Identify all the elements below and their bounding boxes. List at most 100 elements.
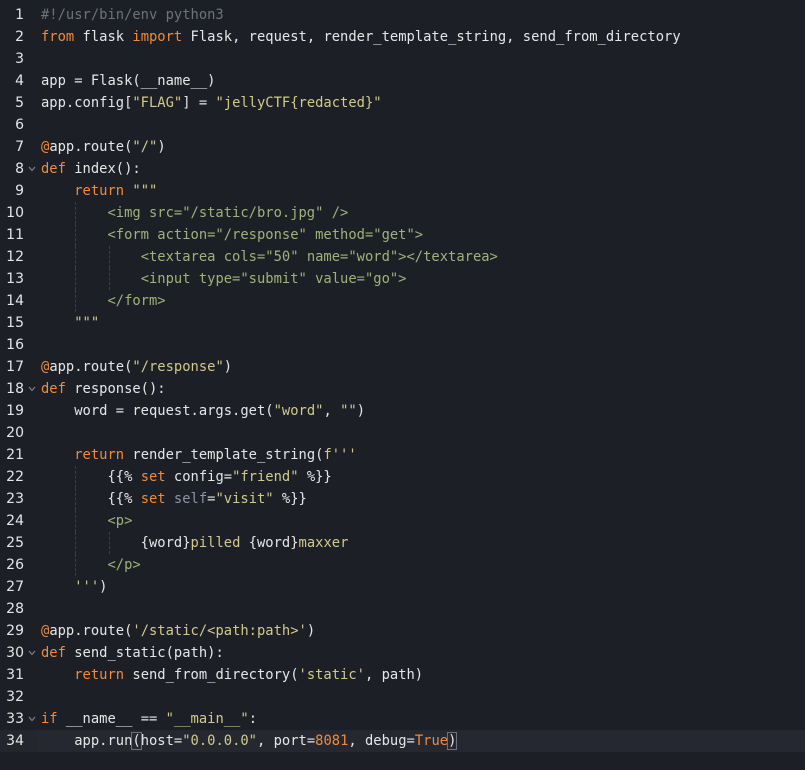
code-token: set <box>140 491 166 507</box>
code-token: """ <box>74 315 100 331</box>
code-line[interactable]: 5 app.config["FLAG"] = "jellyCTF{redacted… <box>0 92 805 114</box>
line-number: 12 <box>6 249 24 265</box>
code-line[interactable]: 11 <form action="/response" method="get"… <box>0 224 805 246</box>
line-number: 13 <box>6 271 24 287</box>
code-line[interactable]: 24 <p> <box>0 510 805 532</box>
code-line[interactable]: 7 @app.route("/") <box>0 136 805 158</box>
code-text: <textarea cols="50" name="word"></textar… <box>41 246 498 268</box>
code-editor[interactable]: 1 #!/usr/bin/env python3 2 from flask impor… <box>0 0 805 770</box>
code-text: ''') <box>41 576 107 598</box>
code-text: <form action="/response" method="get"> <box>41 224 423 246</box>
code-token: """ <box>132 183 158 199</box>
code-token: index(): <box>65 161 141 177</box>
code-line[interactable]: 9 return """ <box>0 180 805 202</box>
code-line[interactable]: 27 ''') <box>0 576 805 598</box>
line-number: 20 <box>6 425 24 441</box>
code-text: @app.route("/") <box>41 136 166 158</box>
code-text: app = Flask(__name__) <box>41 70 215 92</box>
code-line[interactable]: 20 <box>0 422 805 444</box>
code-text: """ <box>41 312 99 334</box>
code-line[interactable]: 25 {word}pilled {word}maxxer <box>0 532 805 554</box>
line-number: 10 <box>6 205 24 221</box>
code-line[interactable]: 18 def response(): <box>0 378 805 400</box>
code-line[interactable]: 2 from flask import Flask, request, rende… <box>0 26 805 48</box>
code-token: ) <box>356 403 365 419</box>
code-token: True <box>414 733 449 749</box>
line-number: 2 <box>15 29 24 45</box>
code-line[interactable]: 29 @app.route('/static/<path:path>') <box>0 620 805 642</box>
code-line[interactable]: 15 """ <box>0 312 805 334</box>
code-token: return <box>74 183 125 199</box>
line-number: 25 <box>6 535 24 551</box>
code-token: from <box>41 29 75 45</box>
code-token: if <box>41 711 58 727</box>
code-line[interactable]: 28 <box>0 598 805 620</box>
code-text: #!/usr/bin/env python3 <box>41 4 224 26</box>
code-line[interactable]: 12 <textarea cols="50" name="word"></tex… <box>0 246 805 268</box>
code-line[interactable]: 33 if __name__ == "__main__": <box>0 708 805 730</box>
code-token: return <box>74 667 125 683</box>
code-text: def response(): <box>41 378 166 400</box>
code-token: 'static' <box>298 667 365 683</box>
code-text: def send_static(path): <box>41 642 224 664</box>
code-token: app = Flask(__name__) <box>41 73 216 89</box>
line-number: 18 <box>6 381 24 397</box>
code-text: if __name__ == "__main__": <box>41 708 257 730</box>
code-line[interactable]: 34 app.run(host="0.0.0.0", port=8081, de… <box>0 730 805 752</box>
code-token: f''' <box>323 447 357 463</box>
code-line[interactable]: 1 #!/usr/bin/env python3 <box>0 4 805 26</box>
code-token: <form action="/response" method="get"> <box>107 227 424 243</box>
code-line[interactable]: 17 @app.route("/response") <box>0 356 805 378</box>
code-token: ) <box>223 359 233 375</box>
code-token: response(): <box>65 381 166 397</box>
code-line[interactable]: 3 <box>0 48 805 70</box>
code-line[interactable]: 22 {{% set config="friend" %}} <box>0 466 805 488</box>
code-line[interactable]: 32 <box>0 686 805 708</box>
code-line[interactable]: 31 return send_from_directory('static', … <box>0 664 805 686</box>
code-token: , <box>323 403 341 419</box>
line-number: 31 <box>6 667 24 683</box>
code-token: : <box>248 711 257 727</box>
code-token: Flask, request, render_template_string, … <box>182 29 681 45</box>
code-text: {word}pilled {word}maxxer <box>41 532 349 554</box>
code-token: ) <box>99 579 108 595</box>
code-text: <input type="submit" value="go"> <box>41 268 407 290</box>
code-token: ) <box>306 623 316 639</box>
line-number: 11 <box>6 227 24 243</box>
code-token: "/response" <box>132 359 224 375</box>
code-line[interactable]: 26 </p> <box>0 554 805 576</box>
code-line[interactable]: 16 <box>0 334 805 356</box>
code-token: app.route( <box>49 139 133 155</box>
code-line[interactable]: 6 <box>0 114 805 136</box>
code-text: <p> <box>41 510 132 532</box>
code-token: host= <box>140 733 183 749</box>
code-token: pilled <box>190 535 249 551</box>
code-line[interactable]: 4 app = Flask(__name__) <box>0 70 805 92</box>
line-number: 14 <box>6 293 24 309</box>
code-token: "visit" <box>215 491 274 507</box>
code-token: maxxer <box>298 535 349 551</box>
code-line[interactable]: 10 <img src="/static/bro.jpg" /> <box>0 202 805 224</box>
line-number: 9 <box>15 183 24 199</box>
code-token: app.run <box>41 733 133 749</box>
code-line[interactable]: 21 return render_template_string(f''' <box>0 444 805 466</box>
code-line[interactable]: 13 <input type="submit" value="go"> <box>0 268 805 290</box>
code-line[interactable]: 23 {{% set self="visit" %}} <box>0 488 805 510</box>
code-line[interactable]: 30 def send_static(path): <box>0 642 805 664</box>
line-number: 4 <box>15 73 24 89</box>
code-text: @app.route('/static/<path:path>') <box>41 620 315 642</box>
code-text: app.config["FLAG"] = "jellyCTF{redacted}… <box>41 92 382 114</box>
code-text: app.run(host="0.0.0.0", port=8081, debug… <box>41 730 458 752</box>
code-line[interactable]: 8 def index(): <box>0 158 805 180</box>
code-line[interactable]: 14 </form> <box>0 290 805 312</box>
code-token: </p> <box>107 557 141 573</box>
code-line[interactable]: 19 word = request.args.get("word", "") <box>0 400 805 422</box>
line-number: 19 <box>6 403 24 419</box>
line-number: 26 <box>6 557 24 573</box>
code-text: </form> <box>41 290 165 312</box>
code-token: , debug= <box>348 733 415 749</box>
code-token: send_static(path): <box>65 645 224 661</box>
line-number: 24 <box>6 513 24 529</box>
